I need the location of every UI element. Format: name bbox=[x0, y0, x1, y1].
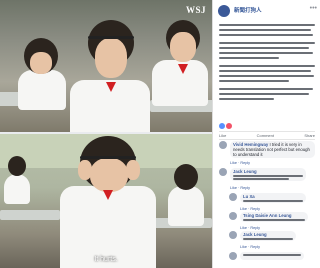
post-text-line bbox=[219, 29, 311, 31]
post-text-line bbox=[219, 88, 313, 90]
comment-bubble: Jack Leung bbox=[240, 231, 296, 241]
comment-reply bbox=[229, 252, 315, 260]
post-text-line bbox=[219, 70, 311, 72]
commenter-name[interactable]: Jack Leung bbox=[233, 169, 257, 174]
comment-reply: Lu Xa bbox=[229, 193, 315, 203]
commenter-avatar[interactable] bbox=[219, 141, 227, 149]
comment-bubble bbox=[240, 252, 304, 260]
comment-text-line bbox=[233, 178, 289, 180]
post-text-line bbox=[219, 47, 309, 49]
post-text-line bbox=[219, 34, 313, 36]
more-options-icon[interactable]: ••• bbox=[310, 5, 317, 12]
student-left bbox=[18, 70, 66, 110]
post-header: 新聞打狗人 bbox=[218, 5, 262, 17]
like-button[interactable]: Like bbox=[219, 133, 226, 138]
comment-text-line bbox=[233, 175, 303, 177]
post-action-bar: Like Comment Share bbox=[219, 131, 315, 140]
comment-actions[interactable]: Like · Reply bbox=[230, 161, 250, 165]
commenter-avatar[interactable] bbox=[229, 231, 237, 239]
commenter-avatar[interactable] bbox=[229, 252, 237, 260]
commenter-name[interactable]: Jack Leung bbox=[243, 232, 267, 237]
comment: Jack Leung bbox=[219, 168, 315, 181]
red-scarf bbox=[178, 64, 188, 74]
page-avatar[interactable] bbox=[218, 5, 230, 17]
red-scarf bbox=[106, 82, 116, 92]
commenter-avatar[interactable] bbox=[229, 193, 237, 201]
like-reaction-icon bbox=[219, 123, 225, 129]
comment-reply: Jack Leung bbox=[229, 231, 315, 241]
post-text-line bbox=[219, 75, 314, 77]
post-text-line bbox=[219, 52, 313, 54]
comment-actions[interactable]: Like · Reply bbox=[240, 226, 260, 230]
comment-text-line bbox=[243, 238, 293, 240]
commenter-name[interactable]: Lu Xa bbox=[243, 194, 255, 199]
page-name[interactable]: 新聞打狗人 bbox=[234, 8, 262, 14]
headband-device bbox=[88, 36, 134, 39]
comment-bubble: Jack Leung bbox=[230, 168, 306, 181]
desk bbox=[0, 210, 60, 220]
post-text-line bbox=[219, 98, 274, 100]
student-back-right-hair bbox=[174, 164, 198, 190]
share-button[interactable]: Share bbox=[304, 133, 315, 138]
comment-reply: Tsing Daisie Ann Leung bbox=[229, 212, 315, 222]
reaction-summary[interactable] bbox=[219, 123, 233, 129]
love-reaction-icon bbox=[226, 123, 232, 129]
red-scarf bbox=[103, 190, 113, 200]
comment: Vivid Hemingway I tried it is very in ne… bbox=[219, 141, 315, 158]
post-text-line bbox=[219, 42, 315, 44]
post-text-line bbox=[219, 80, 289, 82]
post-text-line bbox=[219, 93, 309, 95]
comment-text-line bbox=[243, 200, 303, 202]
comment-button[interactable]: Comment bbox=[257, 133, 274, 138]
commenter-avatar[interactable] bbox=[219, 168, 227, 176]
student-back-left bbox=[4, 174, 30, 204]
classroom-photo-bottom[interactable]: It hurts. bbox=[0, 134, 212, 268]
student-main-face bbox=[90, 158, 128, 192]
video-caption: It hurts. bbox=[94, 256, 118, 263]
wsj-watermark: WSJ bbox=[185, 5, 206, 15]
comment-bubble: Vivid Hemingway I tried it is very in ne… bbox=[230, 141, 315, 158]
post-text-line bbox=[219, 24, 315, 26]
comment-text-line bbox=[243, 219, 305, 221]
facebook-post-panel: 新聞打狗人 ••• Like Comment Share Vivid Hemin… bbox=[212, 0, 320, 268]
student-right-face bbox=[170, 32, 196, 62]
comment-actions[interactable]: Like · Reply bbox=[240, 207, 260, 211]
comment-actions[interactable]: Like · Reply bbox=[240, 245, 260, 249]
comment-text-line bbox=[243, 254, 301, 256]
student-left-face bbox=[30, 52, 52, 74]
hand bbox=[78, 160, 92, 180]
student-center-face bbox=[95, 38, 127, 78]
commenter-avatar[interactable] bbox=[229, 212, 237, 220]
comment-actions[interactable]: Like · Reply bbox=[230, 186, 250, 190]
comment-bubble: Tsing Daisie Ann Leung bbox=[240, 212, 308, 222]
comment-bubble: Lu Xa bbox=[240, 193, 306, 203]
commenter-name[interactable]: Tsing Daisie Ann Leung bbox=[243, 213, 291, 218]
post-text-line bbox=[219, 57, 279, 59]
hand bbox=[126, 160, 140, 180]
classroom-photo-top[interactable]: WSJ bbox=[0, 0, 212, 132]
student-back-left-hair bbox=[8, 156, 26, 176]
post-text-line bbox=[219, 65, 315, 67]
headband-device bbox=[80, 156, 136, 159]
student-back-right bbox=[168, 186, 204, 226]
